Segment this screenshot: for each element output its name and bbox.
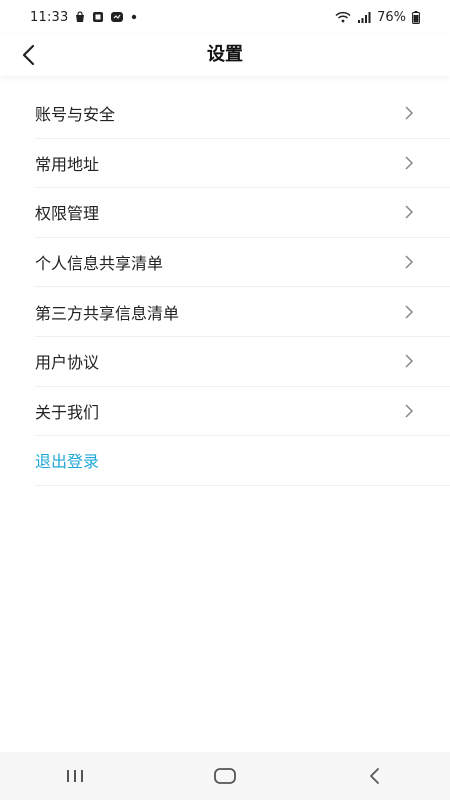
menu-item-user-agreement[interactable]: 用户协议 [35, 337, 450, 387]
recent-apps-icon [67, 770, 83, 782]
menu-item-label: 常用地址 [35, 154, 100, 174]
logout-label: 退出登录 [35, 452, 100, 472]
shopping-bag-icon [74, 11, 86, 23]
header: 设置 [0, 34, 450, 76]
menu-item-account-security[interactable]: 账号与安全 [35, 89, 450, 139]
page-title: 设置 [207, 44, 243, 65]
wifi-icon [335, 11, 351, 23]
home-button[interactable] [195, 756, 255, 796]
message-icon [110, 11, 124, 23]
chevron-right-icon [403, 403, 415, 419]
media-icon [92, 11, 104, 23]
logout-button[interactable]: 退出登录 [35, 436, 450, 486]
status-bar: 11:33 76% [0, 0, 450, 34]
system-nav-bar [0, 752, 450, 800]
menu-item-label: 第三方共享信息清单 [35, 303, 180, 323]
menu-item-label: 用户协议 [35, 353, 100, 373]
back-icon [370, 768, 379, 784]
signal-icon [357, 11, 371, 23]
menu-item-label: 个人信息共享清单 [35, 254, 164, 274]
home-icon [214, 768, 236, 784]
menu-item-label: 权限管理 [35, 204, 100, 224]
chevron-right-icon [403, 204, 415, 220]
menu-item-third-party-list[interactable]: 第三方共享信息清单 [35, 287, 450, 337]
chevron-right-icon [403, 155, 415, 171]
system-back-button[interactable] [345, 756, 405, 796]
chevron-right-icon [403, 254, 415, 270]
settings-screen: 11:33 76% 设置 账号与安全 常用地址 权限管理 个人信息共享清单 第三… [0, 0, 450, 800]
dot-icon [130, 13, 138, 21]
chevron-right-icon [403, 105, 415, 121]
recent-apps-button[interactable] [45, 756, 105, 796]
chevron-right-icon [403, 353, 415, 369]
menu-item-about-us[interactable]: 关于我们 [35, 387, 450, 437]
battery-icon [412, 10, 420, 24]
settings-menu: 账号与安全 常用地址 权限管理 个人信息共享清单 第三方共享信息清单 用户协议 … [0, 89, 450, 486]
menu-item-label: 账号与安全 [35, 105, 116, 125]
status-right: 76% [335, 10, 420, 25]
menu-item-common-address[interactable]: 常用地址 [35, 139, 450, 189]
chevron-right-icon [403, 304, 415, 320]
status-left: 11:33 [30, 10, 138, 25]
menu-item-personal-info-list[interactable]: 个人信息共享清单 [35, 238, 450, 288]
menu-item-permissions[interactable]: 权限管理 [35, 188, 450, 238]
battery-percentage: 76% [377, 9, 406, 25]
status-time: 11:33 [30, 9, 69, 25]
menu-item-label: 关于我们 [35, 402, 100, 422]
